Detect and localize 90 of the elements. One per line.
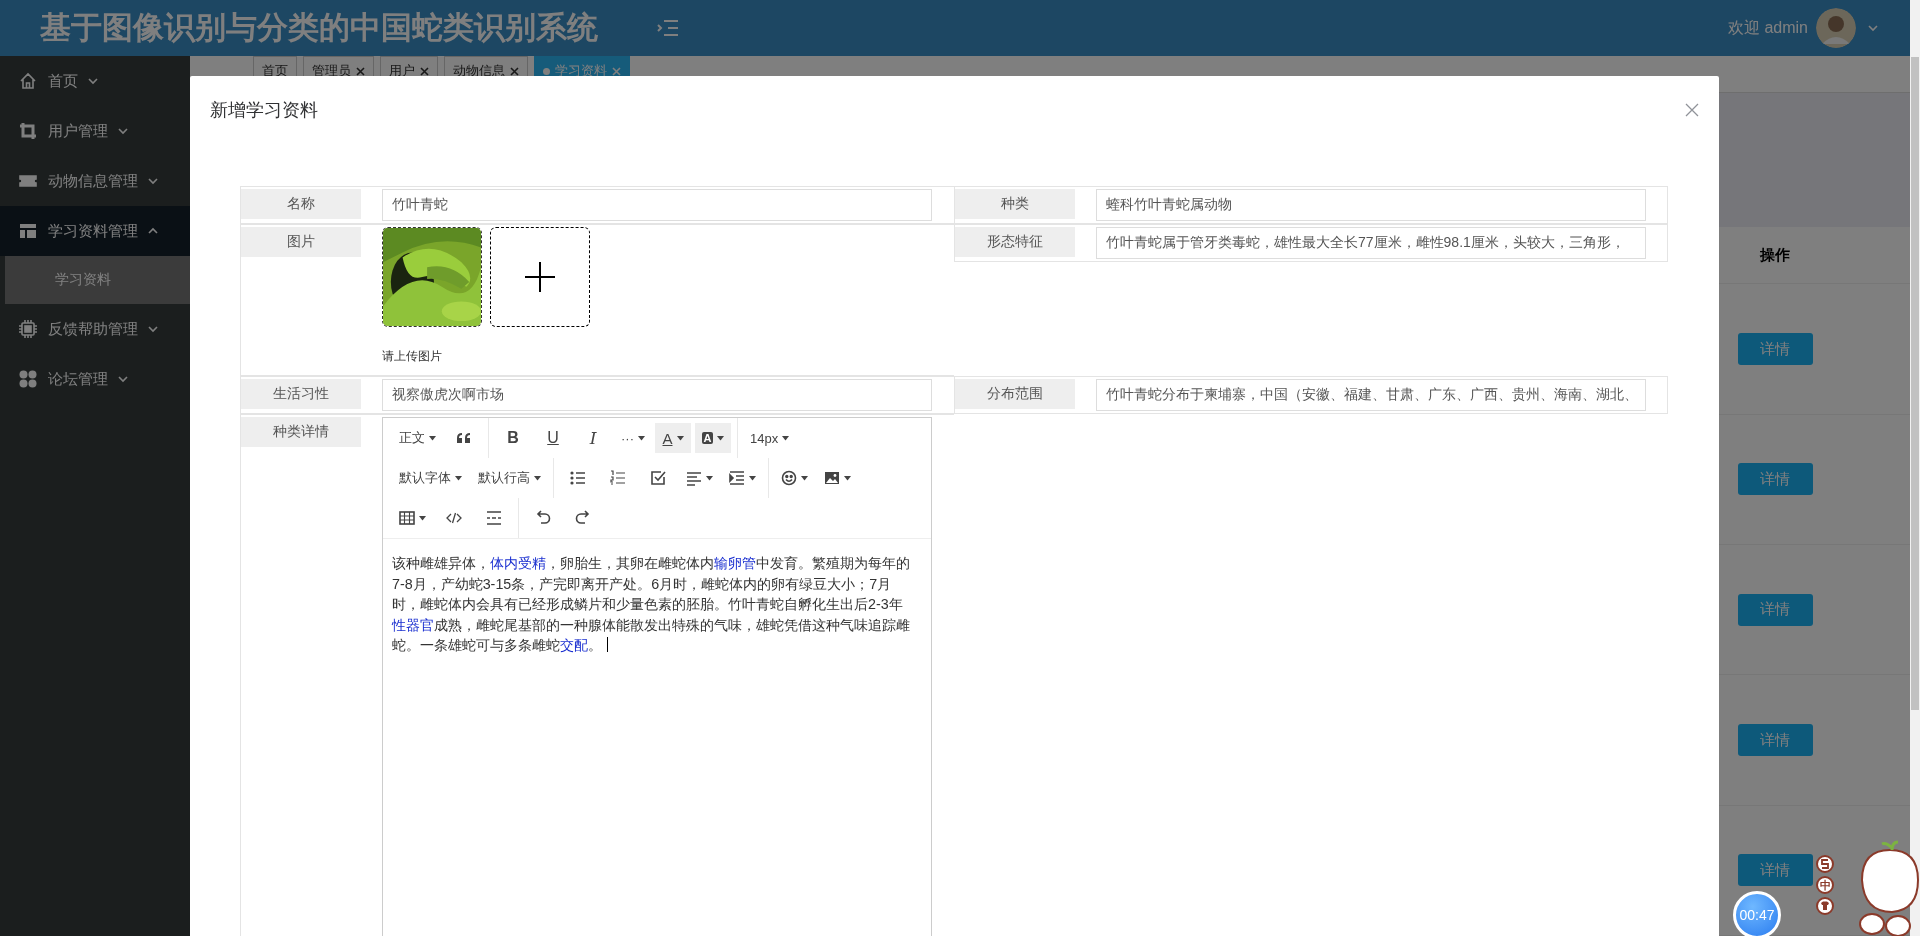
field-label: 形态特征 xyxy=(955,227,1075,257)
undo-icon xyxy=(535,510,551,526)
column-header: 操作 xyxy=(1759,244,1791,265)
toolbar-button[interactable]: 正文 xyxy=(393,423,442,453)
text-field[interactable]: 竹叶青蛇 xyxy=(382,189,932,221)
editor-text: 该种雌雄异体，体内受精，卵胎生，其卵在雌蛇体内输卵管中发育。繁殖期为每年的7-8月，产幼蛇3-15条，产完即离开产处。6月时，雌蛇体内的卵有绿豆大小；7月时，雌蛇体内会具有已经形成鳞片和少量色素的胚胎。竹叶青蛇自孵化生出后2-3年 性器官成熟，雌蛇尾基部的一种腺体能散发出特殊的气味，雄蛇凭借这种气味追踪雌蛇。一条雄蛇可与多条雌蛇交配。 xyxy=(390,554,911,655)
home-icon xyxy=(18,71,38,91)
caret-icon xyxy=(749,475,756,481)
sidebar-item[interactable]: 论坛管理 xyxy=(0,354,190,404)
link[interactable]: 体内受精 xyxy=(490,555,546,571)
app-title: 基于图像识别与分类的中国蛇类识别系统 xyxy=(40,9,598,47)
scrollbar[interactable] xyxy=(1910,0,1920,936)
toolbar-button[interactable]: U xyxy=(535,423,571,453)
chip-icon xyxy=(18,319,38,339)
sidebar-item[interactable]: 用户管理 xyxy=(0,106,190,156)
active-dot xyxy=(543,67,550,75)
toolbar-button[interactable]: A xyxy=(655,423,691,453)
divider-icon xyxy=(486,510,502,526)
chevron-up-icon xyxy=(148,226,158,236)
toolbar-button[interactable]: I xyxy=(575,423,611,453)
close-icon[interactable] xyxy=(420,66,429,76)
bulleted-list-icon xyxy=(570,470,586,486)
upload-hint: 请上传图片 xyxy=(382,348,443,365)
shirt-icon[interactable] xyxy=(1816,897,1834,915)
caret-icon xyxy=(534,475,541,481)
caret-icon xyxy=(419,515,426,521)
sidebar-item[interactable]: 动物信息管理 xyxy=(0,156,190,206)
numbered-list-icon xyxy=(610,470,626,486)
quote-icon xyxy=(456,430,472,446)
indent-icon xyxy=(729,470,745,486)
caret-icon xyxy=(638,435,645,441)
chevron-down-icon xyxy=(148,324,158,334)
text-cursor xyxy=(607,637,608,652)
toolbar-button[interactable]: ··· xyxy=(615,423,651,453)
field-label: 图片 xyxy=(241,227,361,257)
redo-icon xyxy=(575,510,591,526)
text-field[interactable]: 视察傲虎次啊市场 xyxy=(382,379,932,411)
layout-icon xyxy=(18,221,38,241)
chevron-down-icon xyxy=(118,374,128,384)
chevron-down-icon xyxy=(1868,23,1878,33)
field-label: 种类 xyxy=(955,189,1075,219)
link[interactable]: 交配 xyxy=(560,637,588,653)
chevron-down-icon xyxy=(118,126,128,136)
toolbar-button[interactable]: 默认字体 xyxy=(393,463,468,493)
menu-toggle[interactable] xyxy=(656,18,680,38)
field-label: 生活习性 xyxy=(241,379,361,409)
text-field[interactable]: 竹叶青蛇属于管牙类毒蛇，雄性最大全长77厘米，雌性98.1厘米，头较大，三角形， xyxy=(1096,227,1646,259)
caret-icon xyxy=(844,475,851,481)
toolbar-button[interactable]: B xyxy=(495,423,531,453)
plus-icon xyxy=(523,260,557,294)
close-icon[interactable] xyxy=(356,66,365,76)
link[interactable]: 输卵管 xyxy=(714,555,756,571)
sidebar-item[interactable]: 首页 xyxy=(0,56,190,106)
toolbar-button[interactable]: 14px xyxy=(744,423,796,453)
align-left-icon xyxy=(686,470,702,486)
field-label: 分布范围 xyxy=(955,379,1075,409)
text-field[interactable]: 蝰科竹叶青蛇属动物 xyxy=(1096,189,1646,221)
checkbox-icon xyxy=(650,470,666,486)
close-icon xyxy=(1685,103,1699,117)
caret-icon xyxy=(429,435,436,441)
caret-icon xyxy=(717,435,725,441)
dialog-title: 新增学习资料 xyxy=(210,99,318,122)
caret-icon xyxy=(455,475,462,481)
caret-icon xyxy=(782,435,790,441)
code-icon xyxy=(446,510,462,526)
text-field[interactable]: 竹叶青蛇分布于柬埔寨，中国（安徽、福建、甘肃、广东、广西、贵州、海南、湖北、 xyxy=(1096,379,1646,411)
avatar-icon[interactable] xyxy=(1816,8,1856,48)
upload-button[interactable] xyxy=(490,227,590,327)
close-button[interactable] xyxy=(1685,103,1699,117)
crop-icon xyxy=(18,121,38,141)
table-icon xyxy=(399,510,415,526)
field-label: 名称 xyxy=(241,189,361,219)
chevron-down-icon xyxy=(88,76,98,86)
sidebar-item[interactable]: 学习资料管理 xyxy=(0,206,190,256)
link[interactable]: 性器官 xyxy=(392,616,434,633)
field-label: 种类详情 xyxy=(241,417,361,447)
menu-icon xyxy=(656,18,680,38)
toolbar-button[interactable]: 默认行高 xyxy=(472,463,547,493)
chevron-down-icon xyxy=(148,176,158,186)
caret-icon xyxy=(706,475,713,481)
apps-icon xyxy=(18,369,38,389)
toolbar-button[interactable]: A xyxy=(695,423,731,453)
emoji-icon xyxy=(781,470,797,486)
image-icon xyxy=(824,470,840,486)
welcome-text: 欢迎 admin xyxy=(1727,17,1808,38)
sidebar-item[interactable]: 反馈帮助管理 xyxy=(0,304,190,354)
caret-icon xyxy=(676,435,684,441)
close-icon[interactable] xyxy=(510,66,519,76)
logo-icon[interactable] xyxy=(1816,855,1834,873)
caret-icon xyxy=(801,475,808,481)
